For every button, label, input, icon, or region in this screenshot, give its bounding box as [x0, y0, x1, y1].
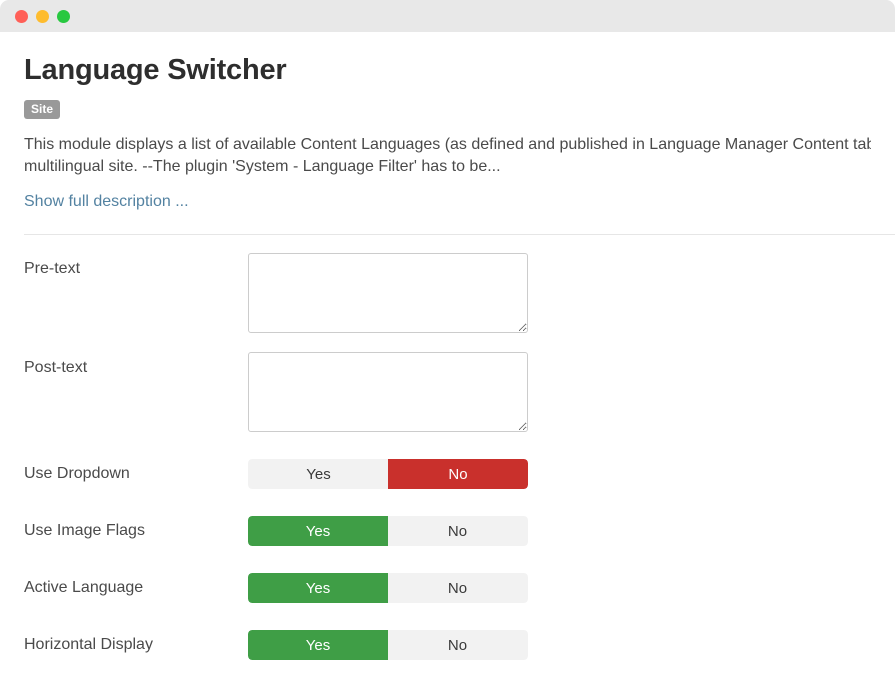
- field-row-horizontal-display: Horizontal Display Yes No: [24, 630, 871, 661]
- control-pre-text: [248, 253, 871, 334]
- field-row-use-dropdown: Use Dropdown Yes No: [24, 459, 871, 490]
- maximize-window-icon[interactable]: [57, 9, 70, 23]
- label-active-language: Active Language: [24, 579, 144, 597]
- module-description: This module displays a list of available…: [24, 121, 871, 178]
- toggle-horizontal-display-no[interactable]: No: [388, 630, 528, 661]
- description-line-2: multilingual site. --The plugin 'System …: [24, 158, 501, 176]
- page-title: Language Switcher: [24, 54, 287, 86]
- label-pre-text: Pre-text: [24, 260, 81, 278]
- toggle-use-dropdown-yes[interactable]: Yes: [248, 459, 388, 490]
- minimize-window-icon[interactable]: [36, 9, 49, 23]
- section-divider: [24, 234, 895, 236]
- field-row-use-image-flags: Use Image Flags Yes No: [24, 516, 871, 547]
- window-titlebar: [0, 0, 895, 32]
- traffic-light-controls: [15, 9, 70, 23]
- field-row-post-text: Post-text: [24, 352, 871, 433]
- control-use-dropdown: Yes No: [248, 459, 871, 490]
- label-post-text: Post-text: [24, 359, 88, 377]
- page-content: Language Switcher Site This module displ…: [0, 32, 895, 680]
- app-window: Language Switcher Site This module displ…: [0, 0, 895, 680]
- description-line-1: This module displays a list of available…: [24, 136, 871, 154]
- toggle-horizontal-display-yes[interactable]: Yes: [248, 630, 388, 661]
- post-text-textarea[interactable]: [248, 352, 528, 433]
- status-badge: Site: [24, 100, 61, 120]
- toggle-use-dropdown-no[interactable]: No: [388, 459, 528, 490]
- control-active-language: Yes No: [248, 573, 871, 604]
- label-use-image-flags: Use Image Flags: [24, 522, 145, 540]
- pre-text-textarea[interactable]: [248, 253, 528, 334]
- toggle-use-image-flags-no[interactable]: No: [388, 516, 528, 547]
- toggle-active-language[interactable]: Yes No: [248, 573, 528, 604]
- control-horizontal-display: Yes No: [248, 630, 871, 661]
- settings-form: Pre-text Post-text Use Dropdown Yes No U…: [24, 253, 871, 661]
- toggle-active-language-no[interactable]: No: [388, 573, 528, 604]
- toggle-active-language-yes[interactable]: Yes: [248, 573, 388, 604]
- label-horizontal-display: Horizontal Display: [24, 636, 153, 654]
- field-row-pre-text: Pre-text: [24, 253, 871, 334]
- toggle-horizontal-display[interactable]: Yes No: [248, 630, 528, 661]
- close-window-icon[interactable]: [15, 9, 28, 23]
- control-post-text: [248, 352, 871, 433]
- toggle-use-image-flags-yes[interactable]: Yes: [248, 516, 388, 547]
- badge-row: Site: [24, 100, 871, 121]
- label-use-dropdown: Use Dropdown: [24, 465, 130, 483]
- toggle-use-dropdown[interactable]: Yes No: [248, 459, 528, 490]
- toggle-use-image-flags[interactable]: Yes No: [248, 516, 528, 547]
- control-use-image-flags: Yes No: [248, 516, 871, 547]
- show-full-description-link[interactable]: Show full description ...: [24, 192, 189, 212]
- field-row-active-language: Active Language Yes No: [24, 573, 871, 604]
